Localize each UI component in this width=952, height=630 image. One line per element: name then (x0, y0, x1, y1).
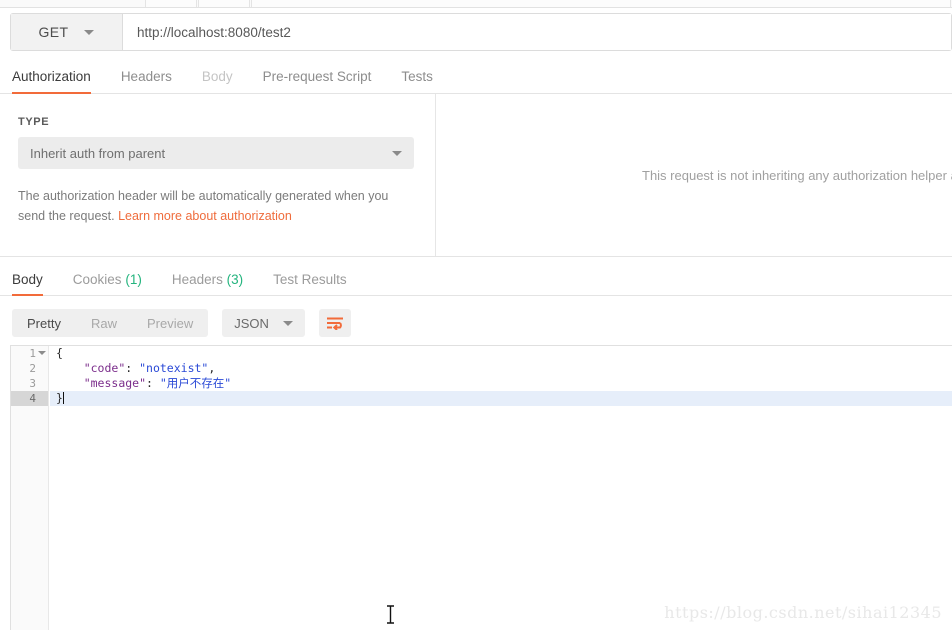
code-line: "message": "用户不存在" (50, 376, 952, 391)
editor-code-area[interactable]: { "code": "notexist", "message": "用户不存在"… (50, 346, 952, 630)
chevron-down-icon (392, 150, 402, 156)
tab-pre-request-script[interactable]: Pre-request Script (263, 69, 372, 93)
response-tab-headers[interactable]: Headers (3) (172, 272, 243, 295)
code-token: : (125, 361, 140, 375)
text-cursor-icon (387, 605, 394, 624)
gutter-line-number[interactable]: 2 (11, 361, 48, 376)
request-url-bar: GET http://localhost:8080/test2 (10, 13, 952, 51)
http-method-select[interactable]: GET (11, 14, 123, 50)
wrap-lines-icon (326, 317, 343, 330)
code-token-key: "message" (83, 376, 147, 390)
response-body-toolbar: Pretty Raw Preview JSON (0, 306, 952, 340)
gutter-line-number[interactable]: 1 (11, 346, 48, 361)
response-format-select[interactable]: JSON (222, 309, 305, 337)
auth-type-label: TYPE (18, 116, 50, 128)
tab-headers[interactable]: Headers (121, 69, 172, 93)
response-tab-cookies-count: (1) (125, 272, 142, 287)
auth-type-value: Inherit auth from parent (30, 145, 166, 161)
code-token: : (146, 376, 160, 390)
view-mode-group: Pretty Raw Preview (12, 309, 209, 337)
code-line: "code": "notexist", (50, 361, 952, 376)
response-body-editor[interactable]: 1 2 3 4 { "code": "notexist", "message":… (10, 345, 952, 630)
code-token: } (56, 391, 63, 405)
view-mode-raw[interactable]: Raw (76, 309, 132, 337)
authorization-panel: TYPE Inherit auth from parent The author… (0, 94, 952, 257)
auth-info-pane: This request is not inheriting any autho… (437, 94, 952, 256)
top-strip-segment (198, 0, 250, 7)
auth-type-select[interactable]: Inherit auth from parent (18, 137, 414, 169)
text-caret (62, 392, 64, 404)
code-token-key: "code" (83, 361, 126, 375)
response-tab-bar: Body Cookies (1) Headers (3) Test Result… (0, 265, 952, 296)
code-token-value: "notexist" (139, 361, 209, 375)
code-line: } (50, 391, 952, 406)
view-mode-preview[interactable]: Preview (132, 309, 208, 337)
response-tab-headers-count: (3) (226, 272, 244, 287)
request-tab-bar: Authorization Headers Body Pre-request S… (0, 62, 952, 94)
response-tab-cookies[interactable]: Cookies (1) (73, 272, 142, 295)
response-tab-body[interactable]: Body (12, 272, 43, 296)
editor-gutter: 1 2 3 4 (11, 346, 49, 630)
top-strip-segment (251, 0, 951, 7)
tab-authorization[interactable]: Authorization (12, 69, 91, 94)
chevron-down-icon (84, 29, 95, 35)
tab-tests[interactable]: Tests (401, 69, 433, 93)
view-mode-pretty[interactable]: Pretty (12, 309, 76, 337)
response-tab-body-label: Body (12, 272, 43, 287)
tab-body[interactable]: Body (202, 69, 233, 93)
gutter-number-text: 1 (29, 347, 36, 360)
gutter-line-number[interactable]: 3 (11, 376, 48, 391)
auth-inherit-note: This request is not inheriting any autho… (642, 167, 952, 183)
response-tab-cookies-label: Cookies (72, 272, 122, 287)
code-line: { (50, 346, 952, 361)
gutter-line-number[interactable]: 4 (11, 391, 48, 406)
code-token: , (208, 361, 216, 375)
chevron-down-icon (282, 320, 293, 326)
fold-toggle-icon[interactable] (38, 351, 46, 355)
response-tab-headers-label: Headers (171, 272, 223, 287)
watermark: https://blog.csdn.net/sihai12345 (664, 603, 942, 622)
code-token-value: "用户不存在" (159, 376, 232, 390)
wrap-lines-button[interactable] (318, 309, 351, 337)
url-input[interactable]: http://localhost:8080/test2 (123, 14, 951, 50)
response-format-label: JSON (234, 315, 269, 331)
code-token: { (56, 346, 63, 360)
top-strip-segment (145, 0, 197, 7)
http-method-label: GET (38, 24, 69, 40)
window-top-strip (0, 0, 952, 8)
auth-config-pane: TYPE Inherit auth from parent The author… (0, 94, 436, 256)
response-tab-test-results-label: Test Results (273, 272, 347, 287)
response-tab-test-results[interactable]: Test Results (273, 272, 347, 295)
learn-more-link[interactable]: Learn more about authorization (118, 209, 292, 223)
auth-helper-text: The authorization header will be automat… (18, 186, 408, 226)
